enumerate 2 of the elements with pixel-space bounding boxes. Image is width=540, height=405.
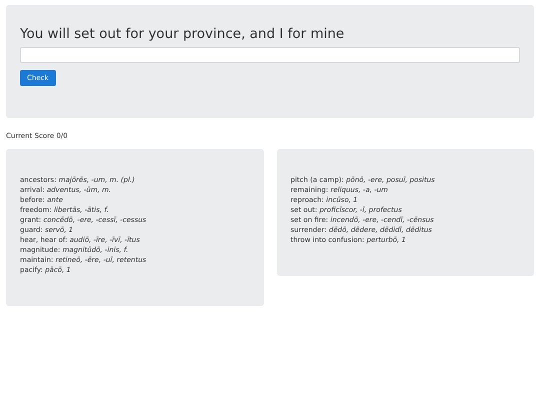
prompt-sentence: You will set out for your province, and I for mine [20,25,346,43]
answer-field[interactable] [20,47,520,63]
